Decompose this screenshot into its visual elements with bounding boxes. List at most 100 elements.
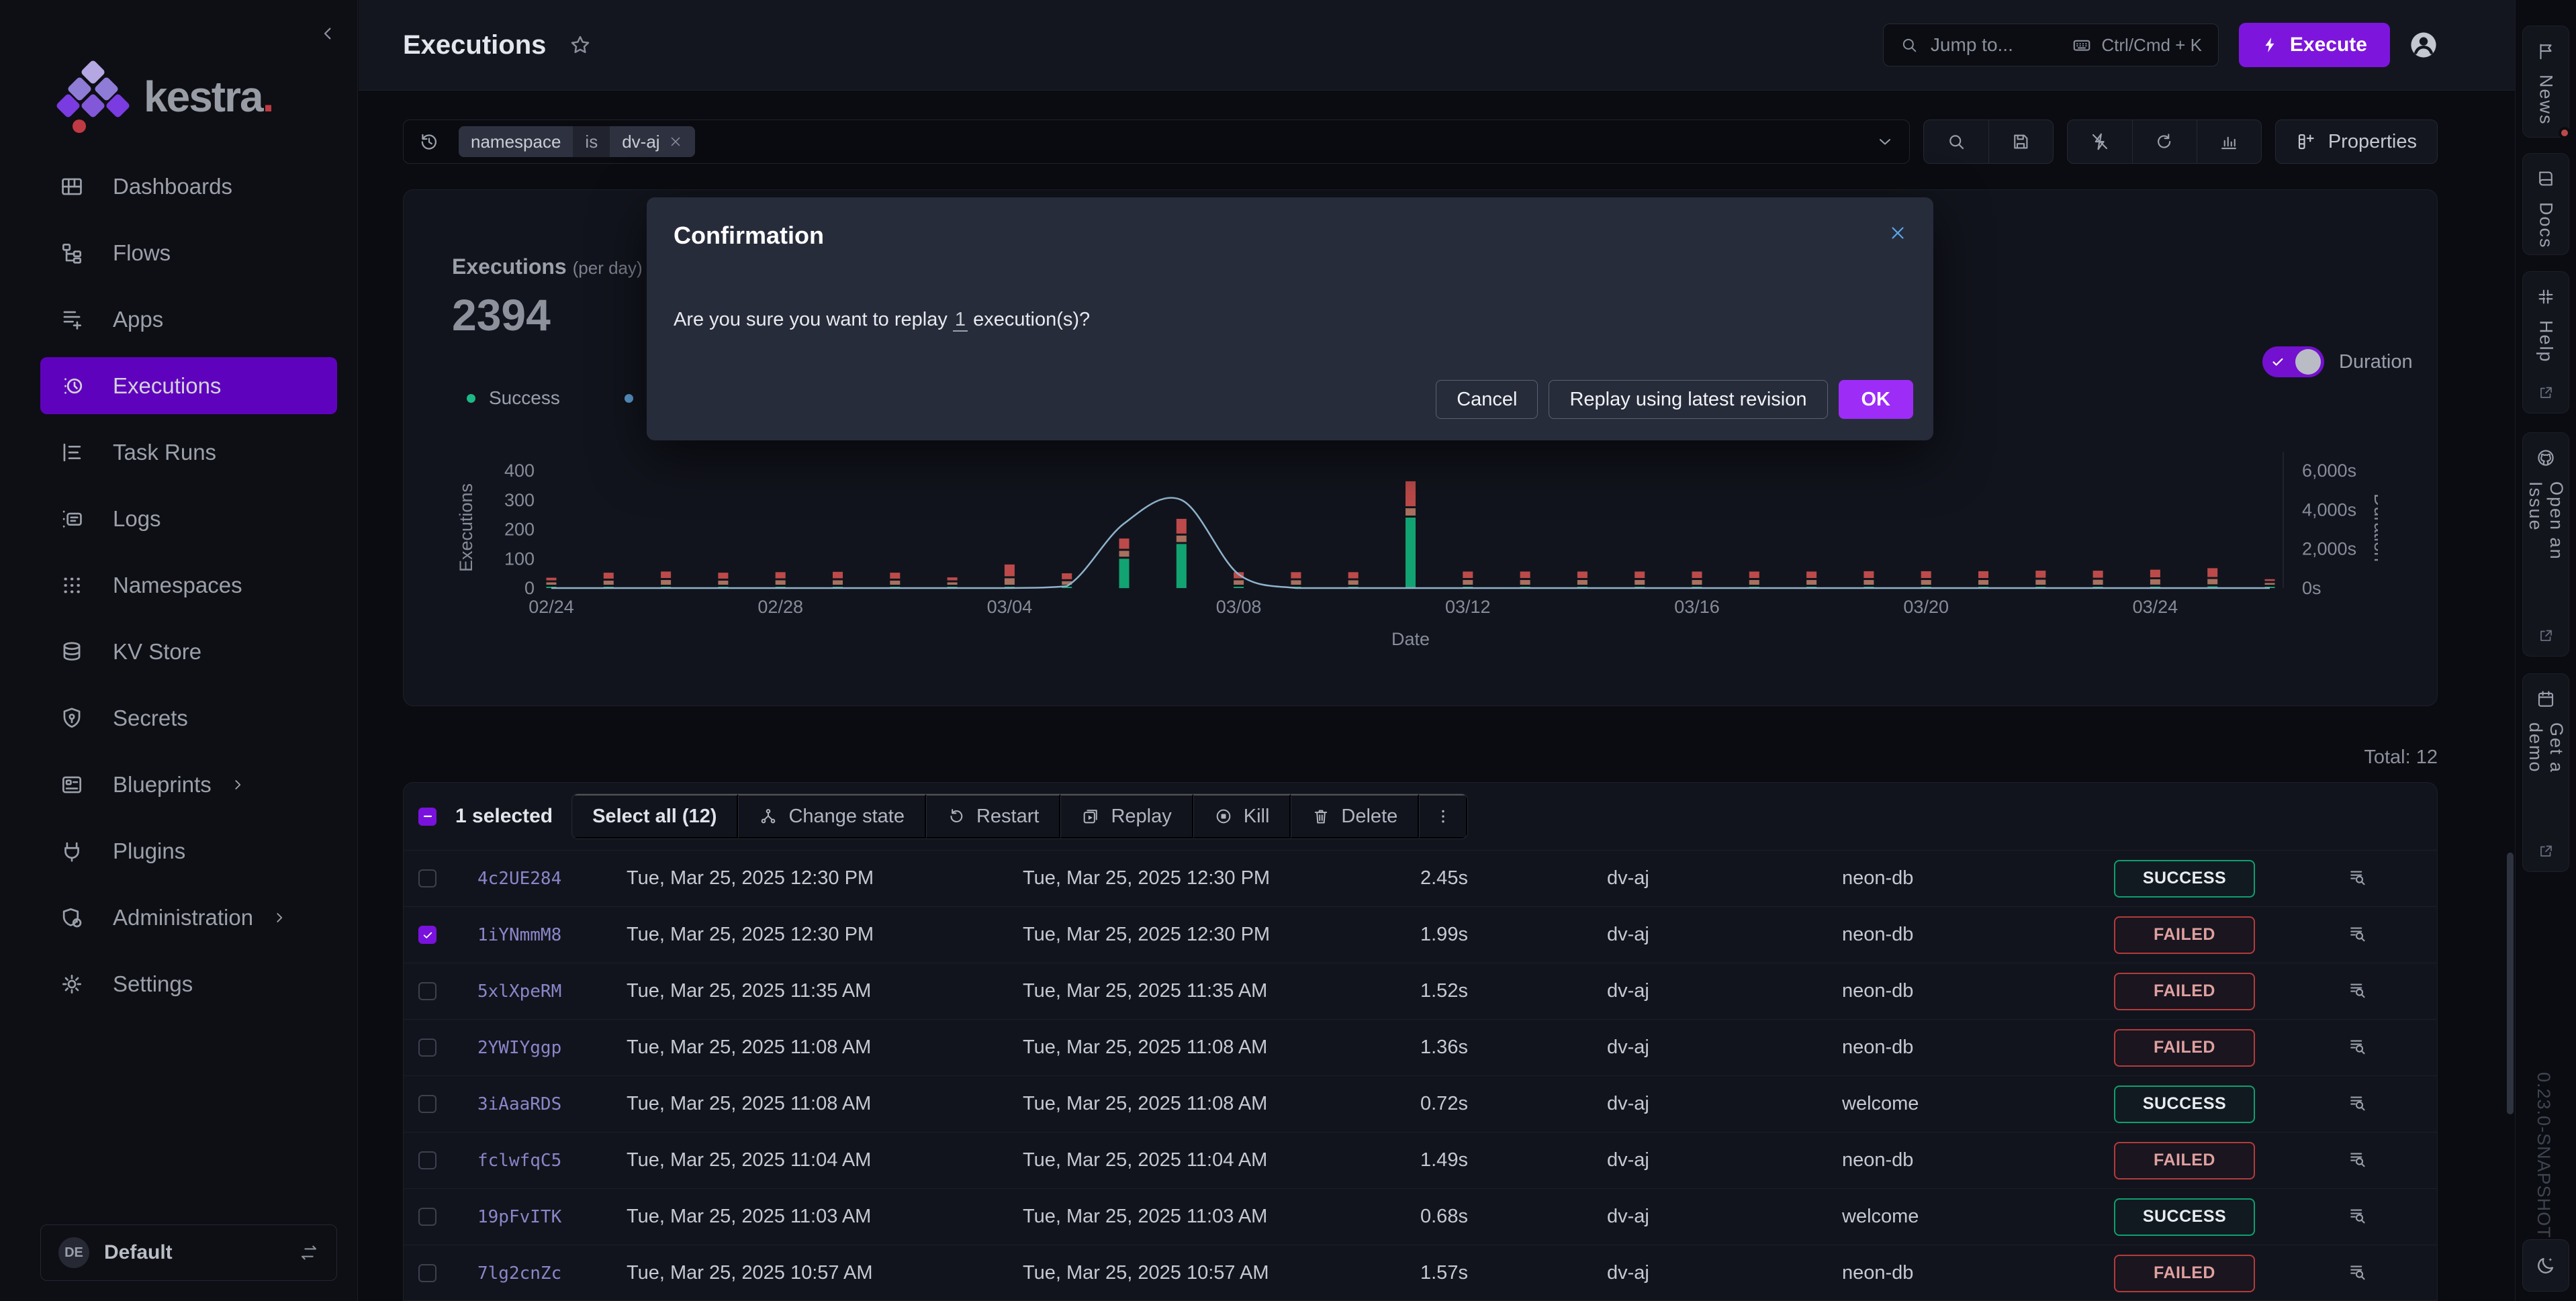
cancel-button[interactable]: Cancel xyxy=(1436,380,1538,419)
execution-id-link[interactable]: 7lg2cnZc xyxy=(477,1263,627,1284)
row-checkbox[interactable] xyxy=(418,1151,436,1169)
rail-tab-help[interactable]: Help xyxy=(2522,271,2569,414)
table-row[interactable]: 3iAaaRDSTue, Mar 25, 2025 11:08 AMTue, M… xyxy=(404,1075,2437,1132)
kill-button[interactable]: Kill xyxy=(1193,794,1291,838)
close-icon[interactable] xyxy=(1888,223,1908,243)
svg-text:Duration: Duration xyxy=(2371,493,2378,562)
change-state-button[interactable]: Change state xyxy=(738,794,926,838)
sidebar-item-namespaces[interactable]: Namespaces xyxy=(0,552,357,618)
table-row[interactable]: 19pFvITKTue, Mar 25, 2025 11:03 AMTue, M… xyxy=(404,1188,2437,1245)
sidebar-collapse-icon[interactable] xyxy=(317,23,338,44)
sidebar-item-plugins[interactable]: Plugins xyxy=(0,818,357,884)
execution-id-link[interactable]: 19pFvITK xyxy=(477,1207,627,1227)
rail-tab-open-an-issue[interactable]: Open an Issue xyxy=(2522,432,2569,657)
table-row[interactable]: 2YWIYggpTue, Mar 25, 2025 11:08 AMTue, M… xyxy=(404,1019,2437,1075)
execution-id-link[interactable]: 4c2UE284 xyxy=(477,869,627,889)
svg-text:300: 300 xyxy=(504,490,535,510)
execution-count: 1 xyxy=(953,309,968,332)
sidebar-item-secrets[interactable]: Secrets xyxy=(0,685,357,751)
sidebar-item-administration[interactable]: Administration xyxy=(0,884,357,951)
sidebar-item-kv-store[interactable]: KV Store xyxy=(0,618,357,685)
chip-remove-icon[interactable] xyxy=(668,134,683,149)
restart-icon xyxy=(947,807,966,826)
execution-id-link[interactable]: fclwfqC5 xyxy=(477,1151,627,1171)
execution-id-link[interactable]: 3iAaaRDS xyxy=(477,1094,627,1114)
execution-id-link[interactable]: 5xlXpeRM xyxy=(477,981,627,1002)
row-checkbox[interactable] xyxy=(418,1208,436,1226)
sidebar-item-blueprints[interactable]: Blueprints xyxy=(0,751,357,818)
table-row[interactable]: 5xlXpeRMTue, Mar 25, 2025 11:35 AMTue, M… xyxy=(404,963,2437,1019)
table-row[interactable]: 4c2UE284Tue, Mar 25, 2025 12:30 PMTue, M… xyxy=(404,850,2437,906)
duration-toggle[interactable] xyxy=(2262,346,2324,377)
table-row[interactable]: 7lg2cnZcTue, Mar 25, 2025 10:57 AMTue, M… xyxy=(404,1245,2437,1301)
chevron-down-icon[interactable] xyxy=(1876,132,1894,151)
moon-icon xyxy=(2534,1254,2557,1277)
execution-id-link[interactable]: 2YWIYggp xyxy=(477,1038,627,1058)
scrollbar-thumb[interactable] xyxy=(2507,853,2514,1114)
execution-logs-button[interactable] xyxy=(2347,1261,2367,1285)
replay-button[interactable]: Replay xyxy=(1060,794,1193,838)
theme-toggle-button[interactable] xyxy=(2522,1239,2569,1292)
table-row[interactable]: fclwfqC5Tue, Mar 25, 2025 11:04 AMTue, M… xyxy=(404,1132,2437,1188)
table-row[interactable]: 1iYNmmM8Tue, Mar 25, 2025 12:30 PMTue, M… xyxy=(404,906,2437,963)
chevron-right-icon xyxy=(229,776,248,793)
row-checkbox[interactable] xyxy=(418,1264,436,1282)
sidebar-item-logs[interactable]: Logs xyxy=(0,485,357,552)
refresh-button[interactable] xyxy=(2132,120,2197,163)
executions-table: 1 selected Select all (12)Change state Re… xyxy=(403,782,2438,1301)
button-label: Restart xyxy=(976,806,1039,828)
rail-tab-docs[interactable]: Docs xyxy=(2522,153,2569,255)
sidebar-item-label: Administration xyxy=(113,905,253,930)
sidebar-item-apps[interactable]: Apps xyxy=(0,286,357,352)
execution-logs-button[interactable] xyxy=(2347,1149,2367,1172)
restart-button[interactable]: Restart xyxy=(926,794,1060,838)
delete-button[interactable]: Delete xyxy=(1291,794,1419,838)
row-checkbox[interactable] xyxy=(418,982,436,1000)
select-all-12-button[interactable]: Select all (12) xyxy=(572,794,738,838)
filter-search-button[interactable] xyxy=(1924,120,1988,163)
sidebar-item-task-runs[interactable]: Task Runs xyxy=(0,419,357,485)
row-checkbox[interactable] xyxy=(418,1095,436,1113)
execution-logs-button[interactable] xyxy=(2347,979,2367,1003)
row-checkbox[interactable] xyxy=(418,869,436,887)
replay-latest-revision-button[interactable]: Replay using latest revision xyxy=(1549,380,1827,419)
kestra-logo[interactable]: kestra. xyxy=(59,62,273,132)
duration-cell: 1.99s xyxy=(1420,924,1607,946)
execution-logs-button[interactable] xyxy=(2347,1036,2367,1059)
execution-logs-button[interactable] xyxy=(2347,923,2367,947)
svg-text:03/12: 03/12 xyxy=(1445,597,1491,617)
rail-tab-get-a-demo[interactable]: Get a demo xyxy=(2522,673,2569,872)
history-icon[interactable] xyxy=(418,131,440,152)
filter-input[interactable]: namespace is dv-aj xyxy=(403,119,1910,164)
rail-tab-news[interactable]: News xyxy=(2522,26,2569,138)
tenant-switcher[interactable]: DE Default xyxy=(40,1224,337,1281)
selected-count: 1 selected xyxy=(455,805,553,828)
row-checkbox[interactable] xyxy=(418,1039,436,1057)
properties-button[interactable]: Properties xyxy=(2275,119,2438,164)
execution-id-link[interactable]: 1iYNmmM8 xyxy=(477,925,627,945)
save-filter-button[interactable] xyxy=(1988,120,2053,163)
execution-logs-button[interactable] xyxy=(2347,1205,2367,1228)
sidebar-item-settings[interactable]: Settings xyxy=(0,951,357,1017)
jump-to-search[interactable]: Jump to... Ctrl/Cmd + K xyxy=(1883,23,2219,66)
namespace-cell: dv-aj xyxy=(1607,1037,1842,1059)
version-label: 0.23.0-SNAPSHOT xyxy=(2533,1072,2554,1239)
execution-logs-button[interactable] xyxy=(2347,867,2367,890)
favorite-star-icon[interactable] xyxy=(569,34,592,56)
more-actions-button[interactable] xyxy=(1419,794,1467,838)
execute-button[interactable]: Execute xyxy=(2239,23,2390,67)
ok-button[interactable]: OK xyxy=(1839,380,1914,419)
legend-item-success[interactable]: Success xyxy=(467,387,560,409)
rail-tab-label: Open an Issue xyxy=(2525,481,2567,614)
select-all-checkbox[interactable] xyxy=(418,808,436,826)
row-checkbox[interactable] xyxy=(418,926,436,944)
svg-text:6,000s: 6,000s xyxy=(2302,461,2356,481)
sidebar-item-executions[interactable]: Executions xyxy=(0,352,357,419)
trigger-off-button[interactable] xyxy=(2068,120,2132,163)
user-avatar[interactable] xyxy=(2407,29,2440,61)
execution-logs-button[interactable] xyxy=(2347,1092,2367,1116)
sidebar-item-dashboards[interactable]: Dashboards xyxy=(0,153,357,220)
chart-toggle-button[interactable] xyxy=(2197,120,2261,163)
namespace-cell: dv-aj xyxy=(1607,1206,1842,1228)
sidebar-item-flows[interactable]: Flows xyxy=(0,220,357,286)
